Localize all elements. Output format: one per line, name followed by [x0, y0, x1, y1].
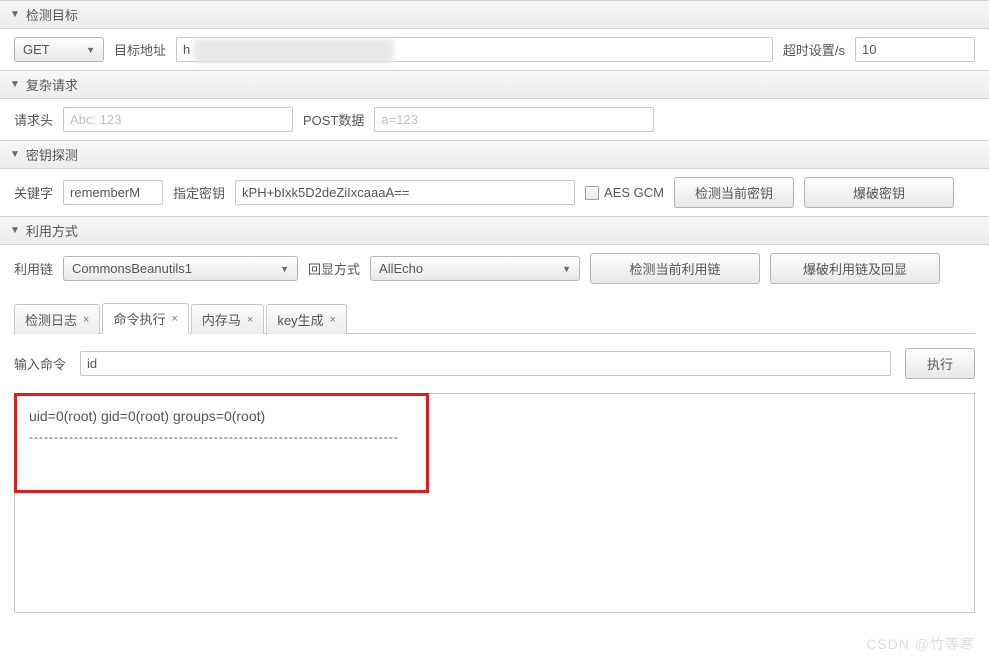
section-body-exploit: 利用链 CommonsBeanutils1 ▼ 回显方式 AllEcho ▼ 检… [0, 245, 989, 292]
chain-select[interactable]: CommonsBeanutils1 ▼ [63, 256, 298, 281]
brute-chain-button[interactable]: 爆破利用链及回显 [770, 253, 940, 284]
tab-memshell[interactable]: 内存马 × [191, 304, 264, 334]
collapse-icon: ▼ [10, 149, 20, 160]
section-title: 检测目标 [26, 5, 78, 24]
brute-key-button[interactable]: 爆破密钥 [804, 177, 954, 208]
http-method-select[interactable]: GET ▼ [14, 37, 104, 62]
chain-label: 利用链 [14, 259, 53, 278]
aes-gcm-label: AES GCM [604, 185, 664, 200]
output-area[interactable]: uid=0(root) gid=0(root) groups=0(root) -… [14, 393, 975, 613]
aes-gcm-checkbox[interactable]: AES GCM [585, 185, 664, 200]
tab-log[interactable]: 检测日志 × [14, 304, 100, 334]
section-title: 利用方式 [26, 221, 78, 240]
chevron-down-icon: ▼ [562, 264, 571, 274]
chevron-down-icon: ▼ [280, 264, 289, 274]
post-data-input[interactable] [374, 107, 654, 132]
echo-value: AllEcho [379, 261, 423, 276]
command-row: 输入命令 执行 [0, 334, 989, 393]
section-header-key[interactable]: ▼ 密钥探测 [0, 140, 989, 169]
tab-label: 内存马 [202, 310, 241, 329]
output-text: uid=0(root) gid=0(root) groups=0(root) [29, 408, 960, 424]
check-key-button[interactable]: 检测当前密钥 [674, 177, 794, 208]
close-icon[interactable]: × [330, 314, 336, 326]
url-label: 目标地址 [114, 40, 166, 59]
tab-label: 检测日志 [25, 310, 77, 329]
section-header-complex[interactable]: ▼ 复杂请求 [0, 70, 989, 99]
collapse-icon: ▼ [10, 9, 20, 20]
close-icon[interactable]: × [83, 314, 89, 326]
chain-value: CommonsBeanutils1 [72, 261, 192, 276]
section-body-complex: 请求头 POST数据 [0, 99, 989, 140]
tab-label: key生成 [277, 310, 323, 329]
req-header-label: 请求头 [14, 110, 53, 129]
keyword-input[interactable] [63, 180, 163, 205]
collapse-icon: ▼ [10, 225, 20, 236]
http-method-value: GET [23, 42, 50, 57]
section-body-key: 关键字 指定密钥 AES GCM 检测当前密钥 爆破密钥 [0, 169, 989, 216]
close-icon[interactable]: × [171, 313, 177, 325]
specify-key-input[interactable] [235, 180, 575, 205]
command-label: 输入命令 [14, 354, 66, 373]
url-input[interactable] [176, 37, 773, 62]
tab-keygen[interactable]: key生成 × [266, 304, 347, 334]
section-title: 密钥探测 [26, 145, 78, 164]
timeout-label: 超时设置/s [783, 40, 845, 59]
close-icon[interactable]: × [247, 314, 253, 326]
tab-label: 命令执行 [113, 309, 165, 328]
command-input[interactable] [80, 351, 891, 376]
req-header-input[interactable] [63, 107, 293, 132]
check-chain-button[interactable]: 检测当前利用链 [590, 253, 760, 284]
collapse-icon: ▼ [10, 79, 20, 90]
watermark: CSDN @竹等寒 [866, 634, 975, 654]
echo-label: 回显方式 [308, 259, 360, 278]
echo-select[interactable]: AllEcho ▼ [370, 256, 580, 281]
section-header-target[interactable]: ▼ 检测目标 [0, 0, 989, 29]
keyword-label: 关键字 [14, 183, 53, 202]
checkbox-icon [585, 186, 599, 200]
execute-button[interactable]: 执行 [905, 348, 975, 379]
output-separator: ----------------------------------------… [29, 430, 960, 444]
post-data-label: POST数据 [303, 110, 364, 129]
tab-bar: 检测日志 × 命令执行 × 内存马 × key生成 × [0, 292, 989, 333]
section-title: 复杂请求 [26, 75, 78, 94]
timeout-input[interactable] [855, 37, 975, 62]
section-header-exploit[interactable]: ▼ 利用方式 [0, 216, 989, 245]
section-body-target: GET ▼ 目标地址 超时设置/s [0, 29, 989, 70]
tab-cmd-exec[interactable]: 命令执行 × [102, 303, 188, 334]
url-input-wrap [176, 37, 773, 62]
chevron-down-icon: ▼ [86, 45, 95, 55]
specify-key-label: 指定密钥 [173, 183, 225, 202]
